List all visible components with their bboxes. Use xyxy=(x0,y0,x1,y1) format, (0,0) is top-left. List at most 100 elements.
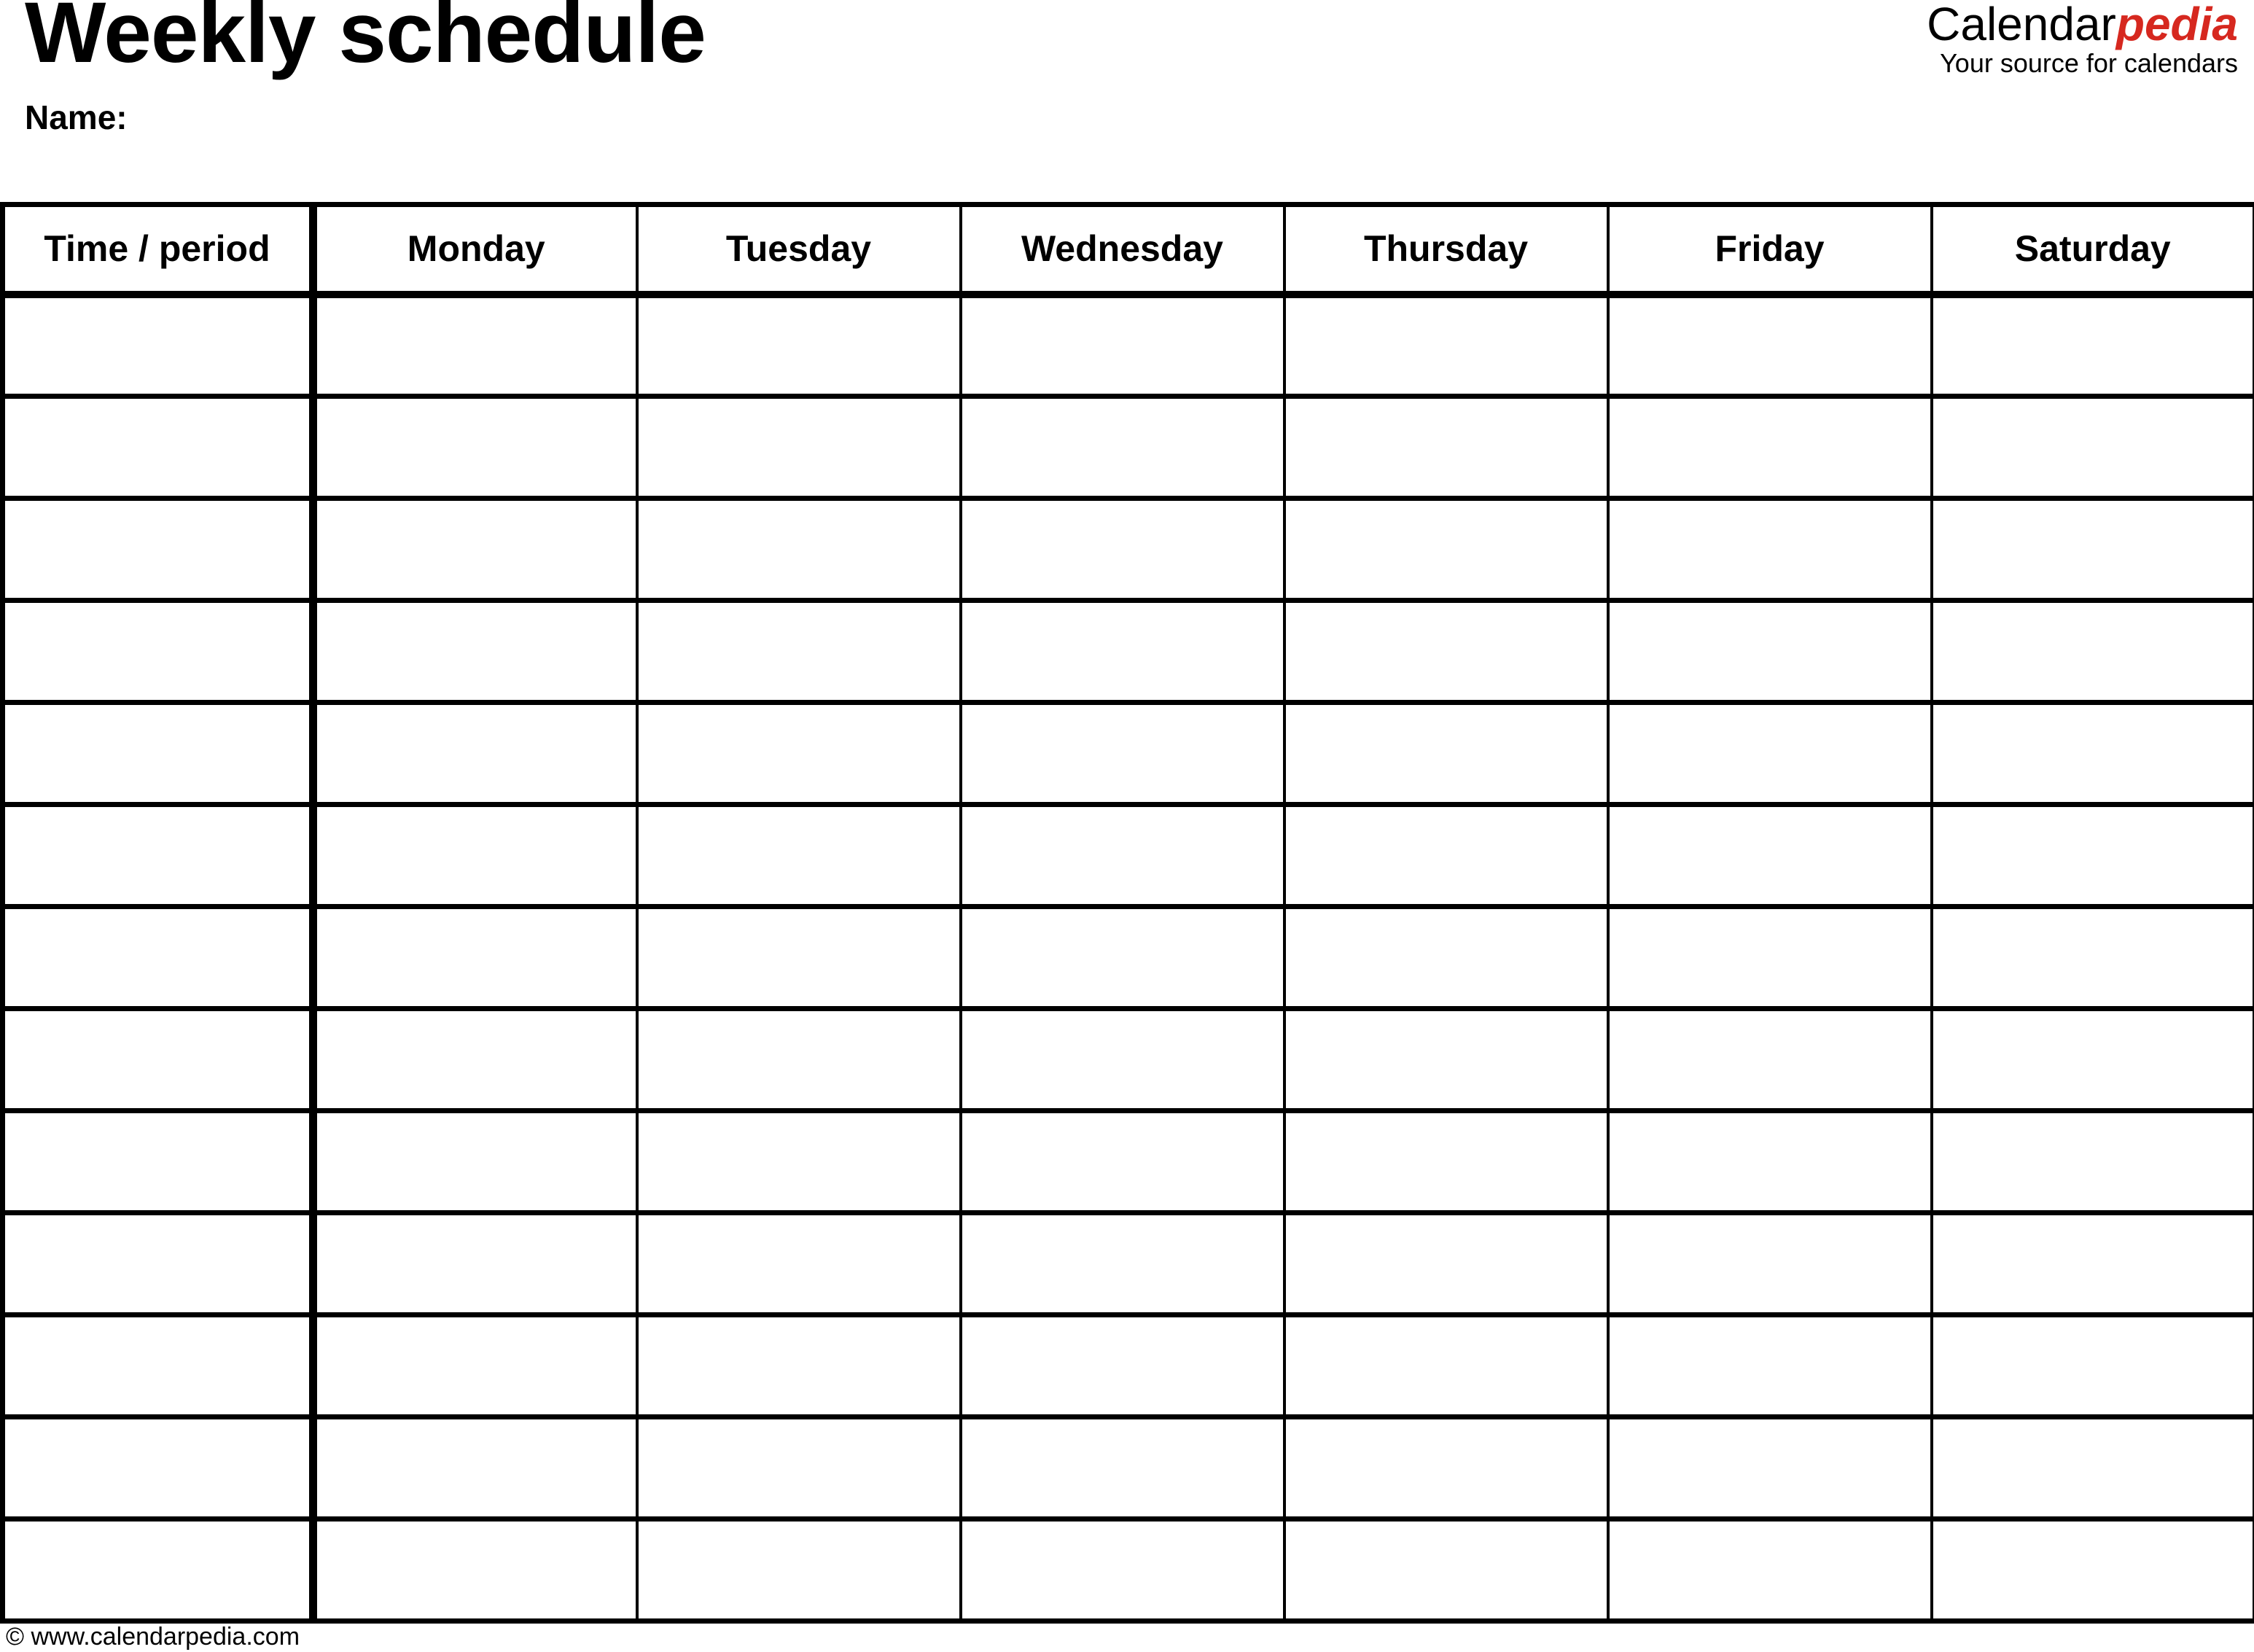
table-row xyxy=(0,600,2254,705)
schedule-entry-cell[interactable] xyxy=(1930,396,2254,501)
schedule-entry-cell[interactable] xyxy=(635,702,962,807)
schedule-entry-cell[interactable] xyxy=(635,1110,962,1215)
schedule-time-cell[interactable] xyxy=(0,1519,317,1624)
schedule-entry-cell[interactable] xyxy=(959,906,1286,1011)
schedule-entry-cell[interactable] xyxy=(635,498,962,603)
schedule-entry-cell[interactable] xyxy=(1282,1417,1610,1522)
schedule-entry-cell[interactable] xyxy=(959,804,1286,909)
schedule-entry-cell[interactable] xyxy=(1606,1008,1933,1113)
schedule-entry-cell[interactable] xyxy=(311,1212,639,1317)
schedule-entry-cell[interactable] xyxy=(1282,804,1610,909)
schedule-entry-cell[interactable] xyxy=(1930,498,2254,603)
schedule-entry-cell[interactable] xyxy=(1282,1519,1610,1624)
schedule-entry-cell[interactable] xyxy=(1606,1110,1933,1215)
schedule-entry-cell[interactable] xyxy=(311,1519,639,1624)
schedule-time-cell[interactable] xyxy=(0,1008,317,1113)
schedule-entry-cell[interactable] xyxy=(1930,1519,2254,1624)
calendarpedia-logo: Calendarpedia Your source for calendars xyxy=(1927,0,2238,77)
table-row xyxy=(0,1519,2254,1624)
schedule-entry-cell[interactable] xyxy=(1930,600,2254,705)
schedule-entry-cell[interactable] xyxy=(959,1417,1286,1522)
schedule-entry-cell[interactable] xyxy=(1606,1314,1933,1419)
schedule-entry-cell[interactable] xyxy=(1930,1417,2254,1522)
schedule-time-cell[interactable] xyxy=(0,1417,317,1522)
schedule-entry-cell[interactable] xyxy=(311,1417,639,1522)
schedule-entry-cell[interactable] xyxy=(1282,294,1610,399)
schedule-entry-cell[interactable] xyxy=(959,1008,1286,1113)
schedule-entry-cell[interactable] xyxy=(635,1519,962,1624)
schedule-entry-cell[interactable] xyxy=(635,1008,962,1113)
schedule-entry-cell[interactable] xyxy=(959,498,1286,603)
schedule-entry-cell[interactable] xyxy=(311,1110,639,1215)
schedule-entry-cell[interactable] xyxy=(311,294,639,399)
schedule-entry-cell[interactable] xyxy=(635,396,962,501)
schedule-entry-cell[interactable] xyxy=(1606,498,1933,603)
schedule-time-cell[interactable] xyxy=(0,1212,317,1317)
schedule-time-cell[interactable] xyxy=(0,1314,317,1419)
schedule-entry-cell[interactable] xyxy=(1930,1008,2254,1113)
schedule-entry-cell[interactable] xyxy=(635,600,962,705)
schedule-entry-cell[interactable] xyxy=(1606,1212,1933,1317)
schedule-entry-cell[interactable] xyxy=(635,1212,962,1317)
schedule-time-cell[interactable] xyxy=(0,600,317,705)
schedule-entry-cell[interactable] xyxy=(1282,1314,1610,1419)
schedule-time-cell[interactable] xyxy=(0,702,317,807)
schedule-entry-cell[interactable] xyxy=(311,396,639,501)
schedule-entry-cell[interactable] xyxy=(959,702,1286,807)
table-header-row: Time / period Monday Tuesday Wednesday T… xyxy=(0,202,2254,298)
schedule-entry-cell[interactable] xyxy=(1930,906,2254,1011)
schedule-entry-cell[interactable] xyxy=(311,906,639,1011)
table-row xyxy=(0,1314,2254,1419)
schedule-entry-cell[interactable] xyxy=(1930,1314,2254,1419)
schedule-entry-cell[interactable] xyxy=(311,498,639,603)
schedule-entry-cell[interactable] xyxy=(635,804,962,909)
schedule-time-cell[interactable] xyxy=(0,804,317,909)
schedule-entry-cell[interactable] xyxy=(1606,1417,1933,1522)
schedule-time-cell[interactable] xyxy=(0,906,317,1011)
schedule-entry-cell[interactable] xyxy=(1930,1110,2254,1215)
schedule-entry-cell[interactable] xyxy=(1606,1519,1933,1624)
schedule-entry-cell[interactable] xyxy=(1606,804,1933,909)
schedule-entry-cell[interactable] xyxy=(1930,294,2254,399)
schedule-entry-cell[interactable] xyxy=(1606,906,1933,1011)
schedule-time-cell[interactable] xyxy=(0,1110,317,1215)
schedule-entry-cell[interactable] xyxy=(311,702,639,807)
schedule-entry-cell[interactable] xyxy=(959,396,1286,501)
schedule-entry-cell[interactable] xyxy=(959,1110,1286,1215)
schedule-entry-cell[interactable] xyxy=(635,1314,962,1419)
table-head: Time / period Monday Tuesday Wednesday T… xyxy=(0,202,2254,298)
schedule-entry-cell[interactable] xyxy=(1282,498,1610,603)
schedule-entry-cell[interactable] xyxy=(635,1417,962,1522)
table-body xyxy=(0,294,2254,1624)
schedule-entry-cell[interactable] xyxy=(311,1314,639,1419)
schedule-entry-cell[interactable] xyxy=(959,294,1286,399)
schedule-entry-cell[interactable] xyxy=(1930,804,2254,909)
schedule-entry-cell[interactable] xyxy=(311,1008,639,1113)
schedule-entry-cell[interactable] xyxy=(959,1519,1286,1624)
schedule-entry-cell[interactable] xyxy=(311,600,639,705)
schedule-entry-cell[interactable] xyxy=(1282,600,1610,705)
schedule-time-cell[interactable] xyxy=(0,498,317,603)
schedule-entry-cell[interactable] xyxy=(1282,906,1610,1011)
schedule-entry-cell[interactable] xyxy=(1930,702,2254,807)
schedule-entry-cell[interactable] xyxy=(1282,396,1610,501)
schedule-entry-cell[interactable] xyxy=(1930,1212,2254,1317)
schedule-entry-cell[interactable] xyxy=(1282,702,1610,807)
schedule-entry-cell[interactable] xyxy=(635,906,962,1011)
schedule-entry-cell[interactable] xyxy=(959,1212,1286,1317)
schedule-entry-cell[interactable] xyxy=(1606,396,1933,501)
schedule-entry-cell[interactable] xyxy=(1282,1212,1610,1317)
schedule-entry-cell[interactable] xyxy=(959,1314,1286,1419)
brand-tagline: Your source for calendars xyxy=(1940,48,2238,79)
schedule-entry-cell[interactable] xyxy=(1606,600,1933,705)
schedule-time-cell[interactable] xyxy=(0,294,317,399)
schedule-entry-cell[interactable] xyxy=(959,600,1286,705)
table-row xyxy=(0,396,2254,501)
schedule-entry-cell[interactable] xyxy=(311,804,639,909)
schedule-entry-cell[interactable] xyxy=(635,294,962,399)
schedule-time-cell[interactable] xyxy=(0,396,317,501)
schedule-entry-cell[interactable] xyxy=(1282,1110,1610,1215)
schedule-entry-cell[interactable] xyxy=(1606,702,1933,807)
schedule-entry-cell[interactable] xyxy=(1282,1008,1610,1113)
schedule-entry-cell[interactable] xyxy=(1606,294,1933,399)
